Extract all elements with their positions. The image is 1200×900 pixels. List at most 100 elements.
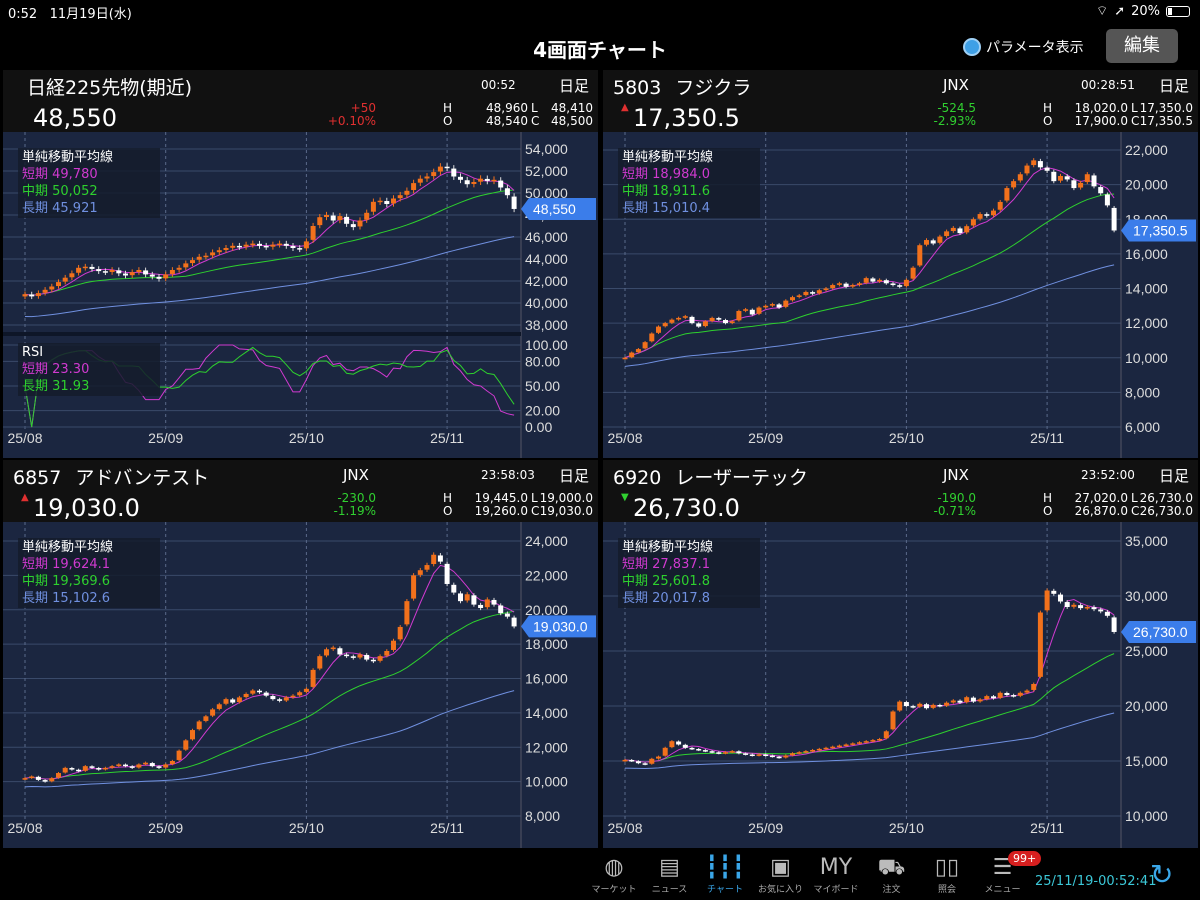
candle — [1004, 693, 1010, 695]
y-tick-label: 46,000 — [525, 229, 568, 245]
candle — [1044, 167, 1050, 171]
candle — [391, 640, 396, 650]
candle — [689, 747, 695, 750]
toolbar-label: 注文 — [882, 885, 901, 895]
rsi-legend: RSI 短期 23.30 長期 31.93 — [18, 343, 160, 396]
candle — [49, 286, 55, 290]
candle — [176, 750, 182, 760]
candle — [176, 267, 182, 270]
title-bar: 4画面チャート パラメータ表示 編集 — [0, 22, 1200, 70]
candle — [1091, 607, 1097, 610]
candle — [163, 274, 169, 279]
candle — [391, 198, 396, 204]
toolbar-item-5[interactable]: ⛟ 注文 — [864, 854, 920, 895]
toolbar-item-1[interactable]: ▤ ニュース — [642, 854, 698, 895]
ma-legend-title: 単純移動平均線 — [22, 150, 114, 165]
candle — [397, 626, 403, 640]
candle — [970, 219, 976, 226]
candle — [696, 749, 702, 751]
toolbar-item-0[interactable]: ◍ マーケット — [586, 854, 642, 895]
toolbar-item-2[interactable]: ┇┇┇ チャート — [697, 854, 753, 895]
candle — [190, 260, 195, 264]
last-price-tag-label: 17,350.5 — [1133, 222, 1188, 238]
timeframe[interactable]: 日足 — [559, 465, 589, 486]
candle — [297, 692, 303, 696]
toolbar-item-3[interactable]: ▣ お気に入り — [753, 854, 809, 895]
candle — [123, 764, 128, 767]
exchange: JNX — [343, 466, 369, 484]
candle — [883, 280, 889, 284]
candle — [1017, 174, 1023, 181]
candle — [890, 283, 896, 286]
timeframe[interactable]: 日足 — [1159, 465, 1189, 486]
candle — [736, 751, 742, 754]
close-value: 26,730.0 — [1139, 504, 1193, 518]
book-icon: ▯▯ — [934, 855, 960, 880]
timeframe[interactable]: 日足 — [1159, 75, 1189, 96]
candle — [216, 250, 222, 253]
candle — [763, 754, 769, 757]
toolbar-label: チャート — [707, 885, 743, 895]
candle — [203, 716, 209, 721]
candle — [491, 179, 497, 182]
y-tick-label: 12,000 — [525, 739, 568, 755]
candle — [649, 758, 655, 764]
candle — [676, 317, 682, 320]
edit-button[interactable]: 編集 — [1106, 29, 1178, 63]
y-tick-label: 8,000 — [525, 808, 560, 824]
candle — [22, 778, 28, 780]
toolbar-item-6[interactable]: ▯▯ 照会 — [919, 854, 975, 895]
quote-time: 23:58:03 — [481, 468, 535, 482]
candle — [370, 201, 376, 212]
close-label: C — [1131, 114, 1140, 128]
notification-badge: 99+ — [1008, 851, 1042, 866]
candle — [35, 776, 41, 780]
chart-panel[interactable]: 8,000 10,000 12,000 14,000 16,000 18,000 20,00… — [3, 460, 598, 848]
price-change-pct: +0.10% — [327, 114, 376, 128]
ma-mid: 中期 18,911.6 — [622, 184, 711, 199]
candle — [451, 584, 457, 593]
toolbar-item-4[interactable]: MY マイボード — [808, 854, 864, 895]
candle — [62, 767, 68, 773]
chart-panel[interactable]: 6,000 8,000 10,000 12,000 14,000 16,000 18,000… — [603, 70, 1198, 458]
candle — [478, 604, 484, 609]
candle — [283, 243, 289, 246]
candle — [1104, 611, 1110, 616]
y-tick-label: 16,000 — [1125, 246, 1168, 262]
stock-name: レーザーテック — [675, 467, 808, 489]
candle — [816, 748, 822, 751]
param-display-toggle[interactable]: パラメータ表示 — [963, 37, 1084, 57]
x-tick-label: 25/11 — [430, 820, 464, 836]
candle — [769, 304, 775, 306]
clock: 0:52 — [8, 7, 38, 22]
candle — [890, 711, 896, 730]
candle — [511, 617, 517, 627]
candle — [310, 226, 316, 240]
candle — [404, 190, 410, 195]
candle — [471, 182, 477, 184]
ma-mid: 中期 25,601.8 — [622, 574, 711, 589]
ma-short: 短期 19,624.1 — [22, 557, 111, 572]
candle — [297, 248, 303, 250]
status-bar: 0:52 11月19日(水) ⌔ ➚ 20% — [0, 0, 1200, 22]
refresh-icon[interactable]: ↻ — [1150, 858, 1173, 891]
ma-mid: 中期 19,369.6 — [22, 574, 111, 589]
candle — [964, 697, 970, 703]
chart-panel[interactable]: 38,00040,00042,00044,00046,00048,00050,0… — [3, 70, 598, 458]
timeframe[interactable]: 日足 — [559, 75, 589, 96]
last-price: 19,030.0 — [33, 494, 140, 522]
candle — [444, 166, 450, 169]
close-value: 48,500 — [551, 114, 593, 128]
y-tick-label: 52,000 — [525, 163, 568, 179]
candle — [977, 699, 983, 702]
chart-panel[interactable]: 10,000 15,000 20,000 25,000 30,000 35,000 25/0… — [603, 460, 1198, 848]
x-tick-label: 25/11 — [430, 430, 464, 446]
candle — [676, 741, 682, 745]
candle — [729, 321, 735, 323]
candle — [404, 601, 410, 625]
stock-name: アドバンテスト — [75, 467, 210, 489]
candle — [149, 274, 155, 277]
stock-code: 6857 — [13, 467, 62, 489]
folder-search-icon: ▣ — [770, 855, 791, 880]
candle — [56, 282, 61, 287]
